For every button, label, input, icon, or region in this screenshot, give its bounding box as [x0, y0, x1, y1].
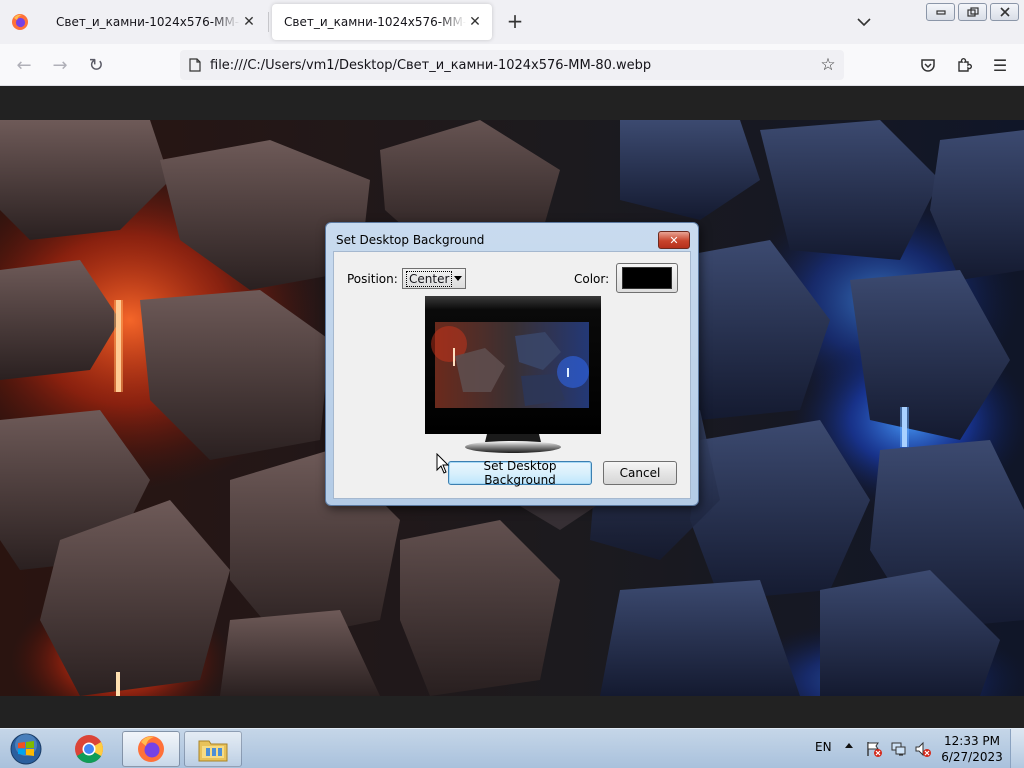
reload-icon[interactable]: ↻	[83, 52, 109, 78]
set-desktop-background-dialog: Set Desktop Background ✕ Position: Cente…	[325, 222, 699, 506]
chrome-icon[interactable]	[60, 731, 118, 767]
restore-button[interactable]	[958, 3, 987, 21]
show-hidden-icons-icon[interactable]	[845, 743, 853, 748]
navigation-toolbar: ← → ↻ file:///C:/Users/vm1/Desktop/Свет_…	[0, 44, 1024, 86]
file-icon	[180, 58, 210, 72]
show-desktop-button[interactable]	[1010, 729, 1024, 768]
arrow-left-icon[interactable]: ←	[11, 52, 37, 78]
input-language[interactable]: EN	[815, 740, 832, 754]
position-value: Center	[406, 270, 453, 287]
hamburger-icon[interactable]: ☰	[989, 54, 1011, 76]
taskbar: EN 12:33 PM 6/27/2023	[0, 728, 1024, 768]
start-orb-icon[interactable]	[4, 730, 48, 768]
mouse-cursor-icon	[436, 453, 450, 474]
dialog-close-button[interactable]: ✕	[658, 231, 690, 249]
dropdown-arrow-icon	[454, 276, 462, 281]
tab-image-2[interactable]: Свет_и_камни-1024x576-MM-80.webp ✕	[272, 4, 492, 40]
color-label: Color:	[574, 272, 610, 286]
network-icon[interactable]	[890, 740, 908, 758]
tab-separator	[268, 12, 269, 32]
firefox-icon[interactable]	[8, 10, 32, 34]
clock-date: 6/27/2023	[941, 750, 1003, 764]
arrow-right-icon[interactable]: →	[47, 52, 73, 78]
minimize-button[interactable]	[926, 3, 955, 21]
position-label: Position:	[347, 272, 398, 286]
plus-icon[interactable]: +	[504, 9, 526, 33]
tab-image-1[interactable]: Свет_и_камни-1024x576-MM-80.webp ✕	[44, 4, 266, 40]
clock-time: 12:33 PM	[944, 734, 1000, 748]
clock[interactable]: 12:33 PM 6/27/2023	[940, 733, 1004, 765]
window-close-button[interactable]	[990, 3, 1019, 21]
cancel-button[interactable]: Cancel	[603, 461, 677, 485]
url-bar[interactable]: file:///C:/Users/vm1/Desktop/Свет_и_камн…	[180, 50, 844, 80]
set-desktop-background-button[interactable]: Set Desktop Background	[448, 459, 592, 487]
puzzle-icon[interactable]	[953, 54, 975, 76]
file-explorer-icon[interactable]	[184, 731, 242, 767]
close-icon[interactable]: ✕	[466, 13, 484, 31]
close-icon[interactable]: ✕	[240, 13, 258, 31]
action-center-flag-icon[interactable]	[865, 740, 883, 758]
color-swatch	[622, 267, 672, 289]
dialog-body: Position: Center Color: Set Desktop Back…	[333, 251, 691, 499]
volume-muted-icon[interactable]	[914, 740, 932, 758]
monitor-preview	[425, 296, 601, 453]
firefox-icon[interactable]	[122, 731, 180, 767]
tab-title: Свет_и_камни-1024x576-MM-80.webp	[284, 15, 466, 29]
tab-title: Свет_и_камни-1024x576-MM-80.webp	[56, 15, 240, 29]
chevron-down-icon[interactable]	[852, 10, 876, 34]
pocket-icon[interactable]	[917, 54, 939, 76]
url-text[interactable]: file:///C:/Users/vm1/Desktop/Свет_и_камн…	[210, 58, 651, 73]
color-picker-button[interactable]	[616, 263, 678, 293]
dialog-title: Set Desktop Background	[336, 233, 485, 247]
star-icon[interactable]: ☆	[818, 55, 838, 75]
tab-bar: Свет_и_камни-1024x576-MM-80.webp ✕ Свет_…	[0, 0, 1024, 44]
position-select[interactable]: Center	[402, 268, 466, 289]
